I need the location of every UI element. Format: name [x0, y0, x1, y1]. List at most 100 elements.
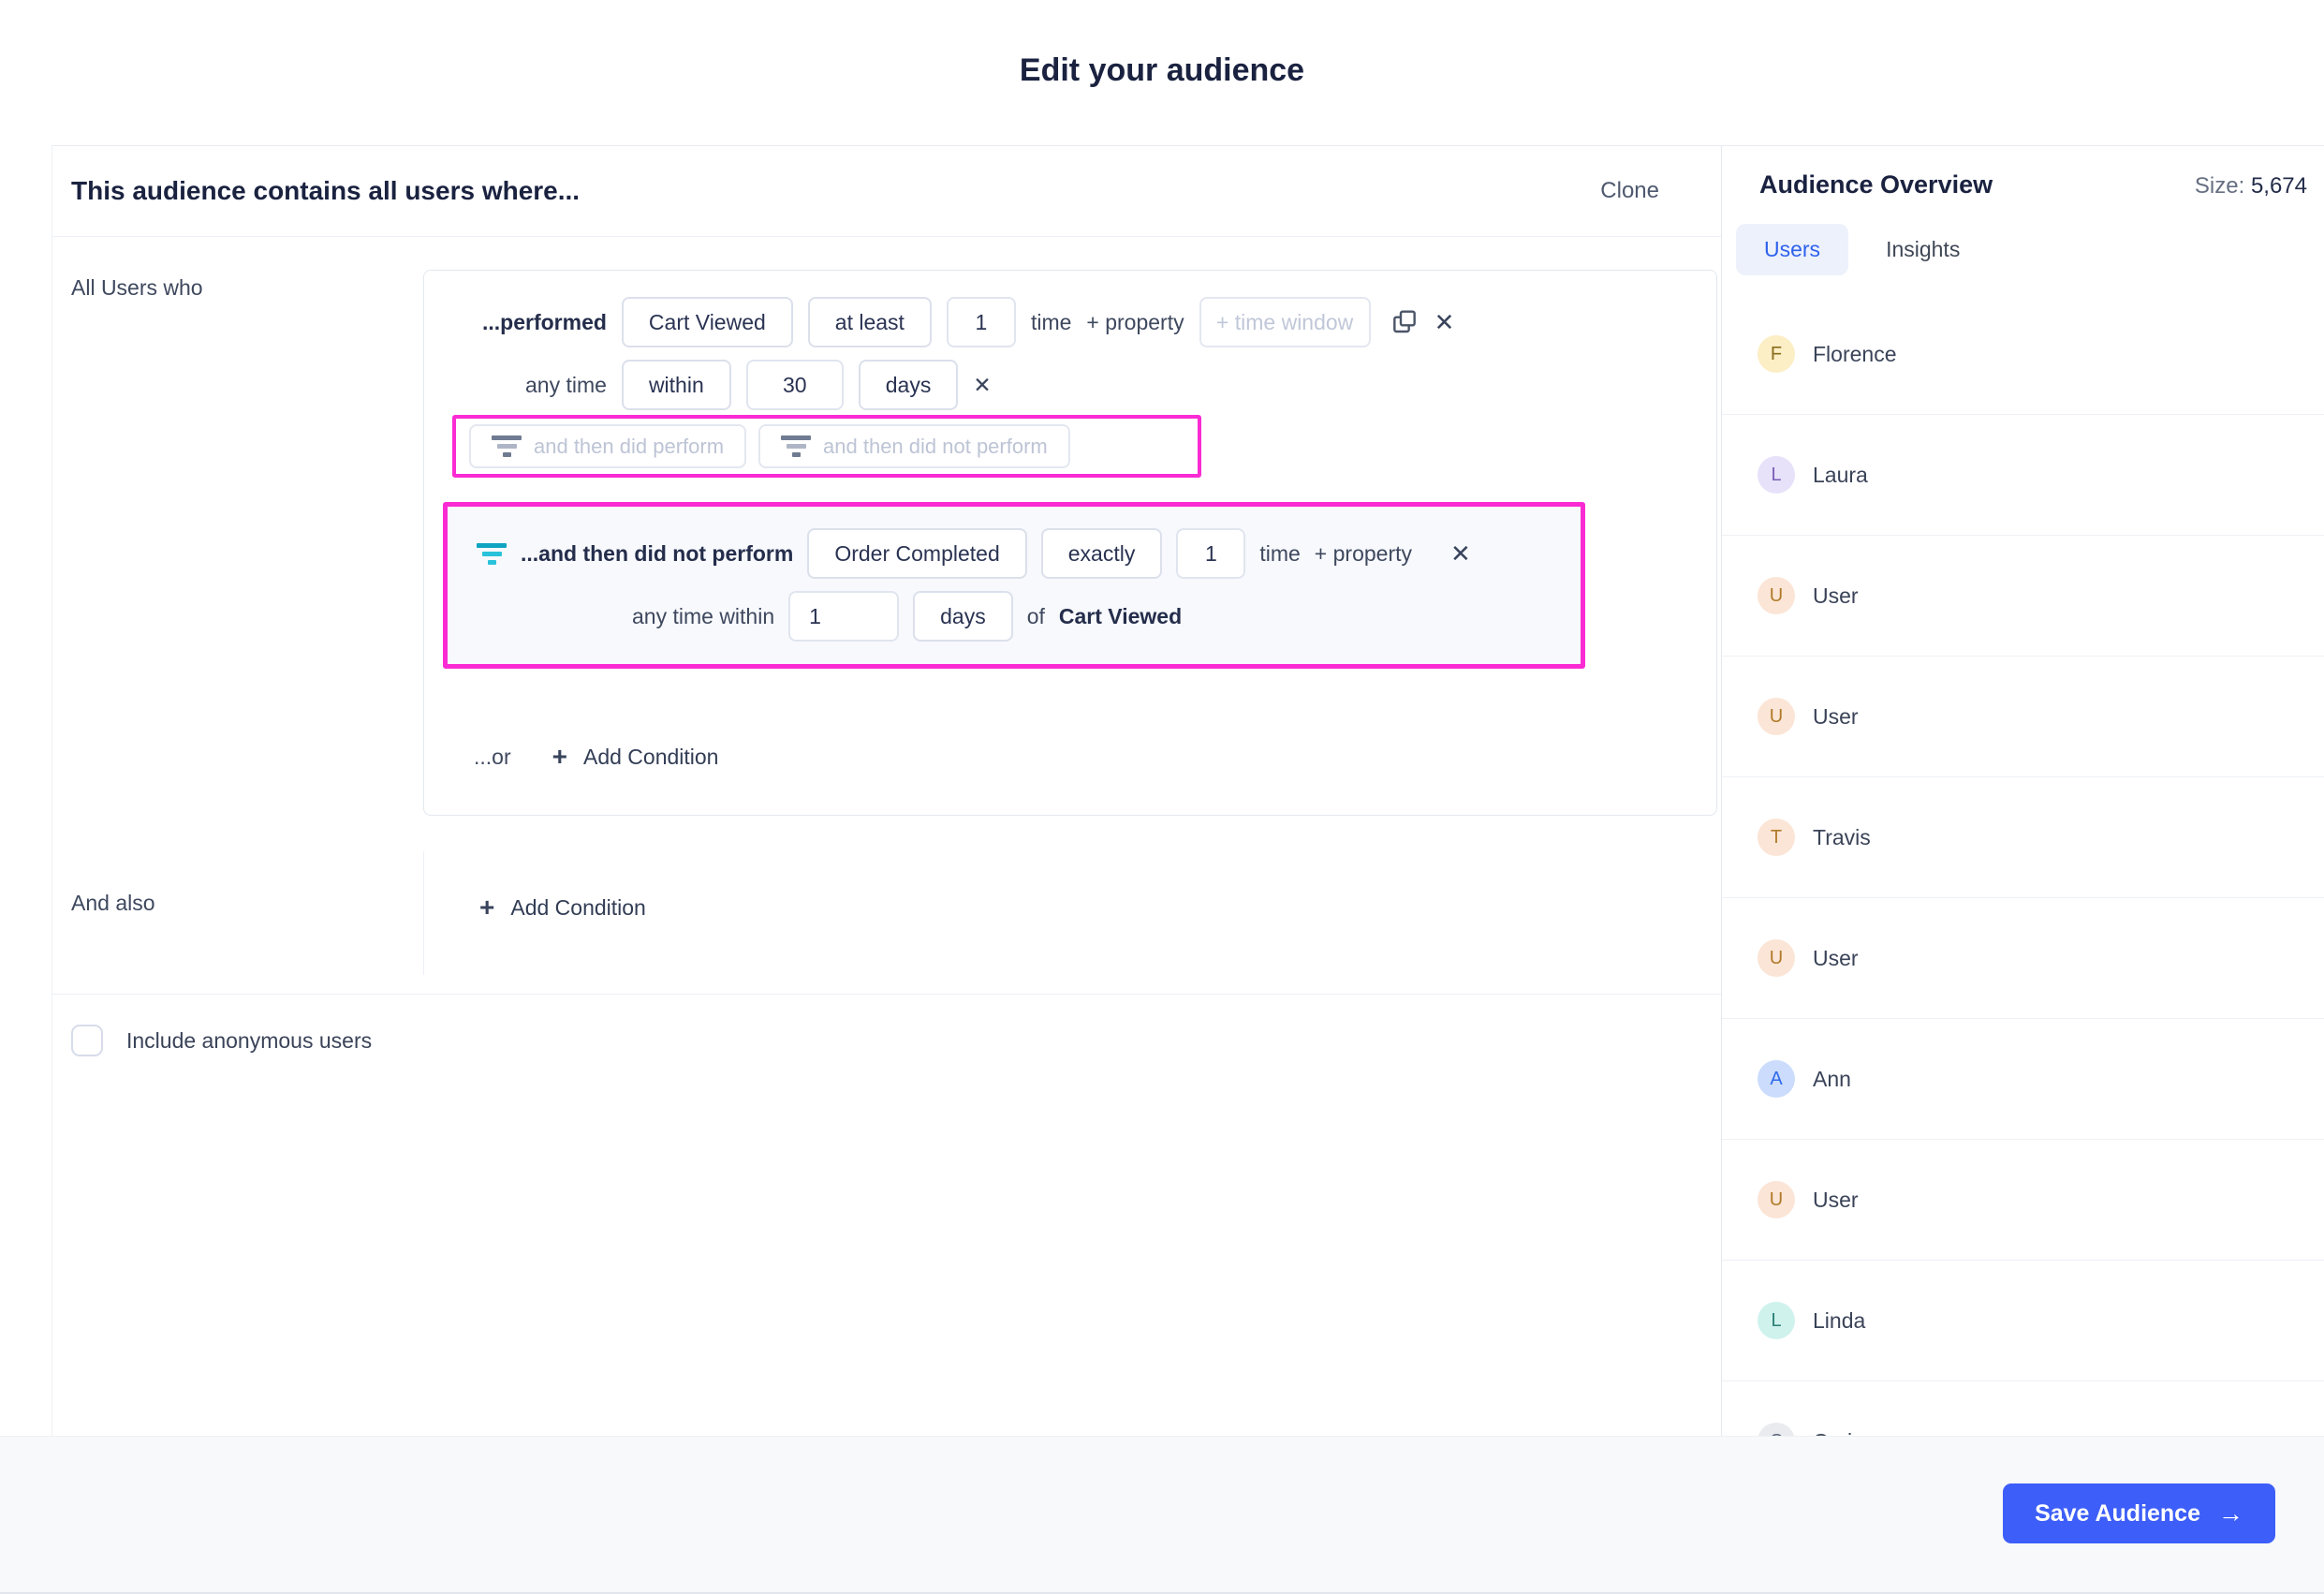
- audience-editor-page: Edit your audience This audience contain…: [0, 0, 2324, 1594]
- funnel-icon: [477, 542, 507, 565]
- and-then-did-perform-button[interactable]: and then did perform: [469, 424, 747, 468]
- user-name: Craig: [1813, 1429, 1864, 1437]
- remove-subcondition-icon[interactable]: ✕: [1450, 541, 1471, 566]
- builder-header: This audience contains all users where..…: [52, 146, 1721, 237]
- arrow-right-icon: →: [2218, 1498, 2243, 1528]
- avatar: L: [1758, 1302, 1795, 1339]
- user-name: User: [1813, 945, 1859, 970]
- panel-divider: [52, 994, 1721, 995]
- plus-icon: +: [552, 742, 567, 771]
- user-list-item[interactable]: U User: [1722, 536, 2324, 657]
- clone-button[interactable]: Clone: [1600, 178, 1659, 204]
- section-divider-line: [423, 851, 424, 975]
- sub-time-label: time: [1259, 540, 1301, 566]
- include-anonymous-label: Include anonymous users: [126, 1027, 373, 1053]
- sequence-suggestions-highlight: and then did perform and then did not pe…: [452, 415, 1201, 478]
- add-property-button[interactable]: + property: [1086, 310, 1184, 335]
- avatar: U: [1758, 1181, 1795, 1218]
- performed-label: ...performed: [482, 309, 607, 334]
- user-list-item[interactable]: U User: [1722, 898, 2324, 1019]
- user-list-item[interactable]: C Craig: [1722, 1381, 2324, 1436]
- sub-window-label: any time within: [632, 603, 775, 628]
- avatar: A: [1758, 1060, 1795, 1098]
- avatar: C: [1758, 1423, 1795, 1436]
- plus-icon: +: [479, 893, 495, 922]
- sub-add-property-button[interactable]: + property: [1315, 541, 1412, 567]
- avatar: T: [1758, 819, 1795, 856]
- size-label: Size:: [2194, 173, 2245, 199]
- duplicate-condition-icon[interactable]: [1390, 307, 1419, 337]
- window-value-input[interactable]: [745, 360, 844, 410]
- any-time-label: any time: [525, 372, 607, 397]
- sidebar-title: Audience Overview: [1759, 170, 1993, 199]
- footer-bar: Save Audience →: [0, 1436, 2324, 1594]
- user-list-item[interactable]: A Ann: [1722, 1019, 2324, 1140]
- audience-size: Size: 5,674: [2195, 173, 2307, 199]
- audience-builder-panel: This audience contains all users where..…: [51, 146, 1721, 1436]
- within-select-button[interactable]: within: [621, 360, 731, 410]
- page-title: Edit your audience: [1019, 52, 1305, 88]
- reference-event-label: Cart Viewed: [1058, 603, 1183, 628]
- remove-timeframe-icon[interactable]: ✕: [973, 374, 991, 396]
- or-row: ...or + Add Condition: [474, 744, 718, 770]
- user-list-item[interactable]: F Florence: [1722, 294, 2324, 415]
- audience-overview-sidebar: Audience Overview Size: 5,674 Users Insi…: [1721, 146, 2324, 1436]
- subcondition-row-event: ...and then did not perform Order Comple…: [477, 528, 1581, 579]
- size-value: 5,674: [2250, 173, 2307, 199]
- funnel-icon: [781, 435, 812, 457]
- sidebar-tabs: Users Insights: [1736, 224, 2324, 275]
- user-list-item[interactable]: L Laura: [1722, 415, 2324, 536]
- did-not-perform-label: ...and then did not perform: [521, 540, 794, 566]
- condition-row-performed: ...performed Cart Viewed at least time +…: [482, 297, 1716, 347]
- count-input[interactable]: [946, 297, 1016, 347]
- tab-users[interactable]: Users: [1736, 224, 1849, 275]
- user-list-item[interactable]: L Linda: [1722, 1261, 2324, 1381]
- user-list-item[interactable]: U User: [1722, 657, 2324, 777]
- event-select-button[interactable]: Cart Viewed: [621, 297, 793, 347]
- condition-group-card: ...performed Cart Viewed at least time +…: [423, 270, 1717, 816]
- and-then-did-not-perform-button[interactable]: and then did not perform: [758, 424, 1070, 468]
- add-or-condition-button[interactable]: + Add Condition: [552, 744, 719, 770]
- user-name: User: [1813, 703, 1859, 729]
- tab-insights[interactable]: Insights: [1886, 237, 1960, 262]
- add-time-window-button[interactable]: + time window: [1199, 297, 1371, 347]
- user-name: User: [1813, 583, 1859, 608]
- remove-condition-icon[interactable]: ✕: [1434, 310, 1455, 334]
- sub-window-value-input[interactable]: [788, 591, 900, 642]
- include-anonymous-checkbox[interactable]: [71, 1025, 103, 1056]
- or-label: ...or: [474, 744, 511, 769]
- avatar: F: [1758, 335, 1795, 373]
- save-audience-label: Save Audience: [2035, 1499, 2200, 1527]
- add-and-condition-button[interactable]: + Add Condition: [479, 894, 646, 921]
- sub-event-select-button[interactable]: Order Completed: [807, 528, 1027, 579]
- subcondition-highlight: ...and then did not perform Order Comple…: [443, 502, 1585, 669]
- sub-count-input[interactable]: [1176, 528, 1246, 579]
- window-unit-button[interactable]: days: [858, 360, 959, 410]
- condition-row-timeframe: any time within days ✕: [525, 360, 1716, 410]
- user-name: Travis: [1813, 824, 1871, 849]
- anonymous-users-row: Include anonymous users: [71, 1025, 372, 1056]
- user-name: Linda: [1813, 1307, 1866, 1333]
- operator-select-button[interactable]: at least: [807, 297, 932, 347]
- user-list-item[interactable]: U User: [1722, 1140, 2324, 1261]
- add-condition-label: Add Condition: [510, 894, 646, 920]
- user-name: User: [1813, 1187, 1859, 1212]
- user-list: F Florence L Laura U User U User T Travi…: [1722, 294, 2324, 1436]
- add-condition-label: Add Condition: [582, 744, 719, 769]
- and-also-section: And also + Add Condition: [52, 851, 1721, 975]
- and-then-did-perform-label: and then did perform: [534, 434, 725, 458]
- sidebar-header: Audience Overview Size: 5,674: [1722, 146, 2324, 199]
- and-then-did-not-perform-label: and then did not perform: [823, 434, 1048, 458]
- time-label: time: [1030, 309, 1072, 334]
- section-label-all-users: All Users who: [71, 275, 203, 300]
- avatar: U: [1758, 577, 1795, 614]
- avatar: L: [1758, 456, 1795, 494]
- sub-operator-select-button[interactable]: exactly: [1040, 528, 1163, 579]
- save-audience-button[interactable]: Save Audience →: [2003, 1483, 2275, 1543]
- user-name: Laura: [1813, 462, 1868, 487]
- avatar: U: [1758, 698, 1795, 735]
- user-list-item[interactable]: T Travis: [1722, 777, 2324, 898]
- subcondition-row-window: any time within days of Cart Viewed: [632, 591, 1581, 642]
- sub-window-unit-button[interactable]: days: [913, 591, 1013, 642]
- user-name: Ann: [1813, 1066, 1851, 1091]
